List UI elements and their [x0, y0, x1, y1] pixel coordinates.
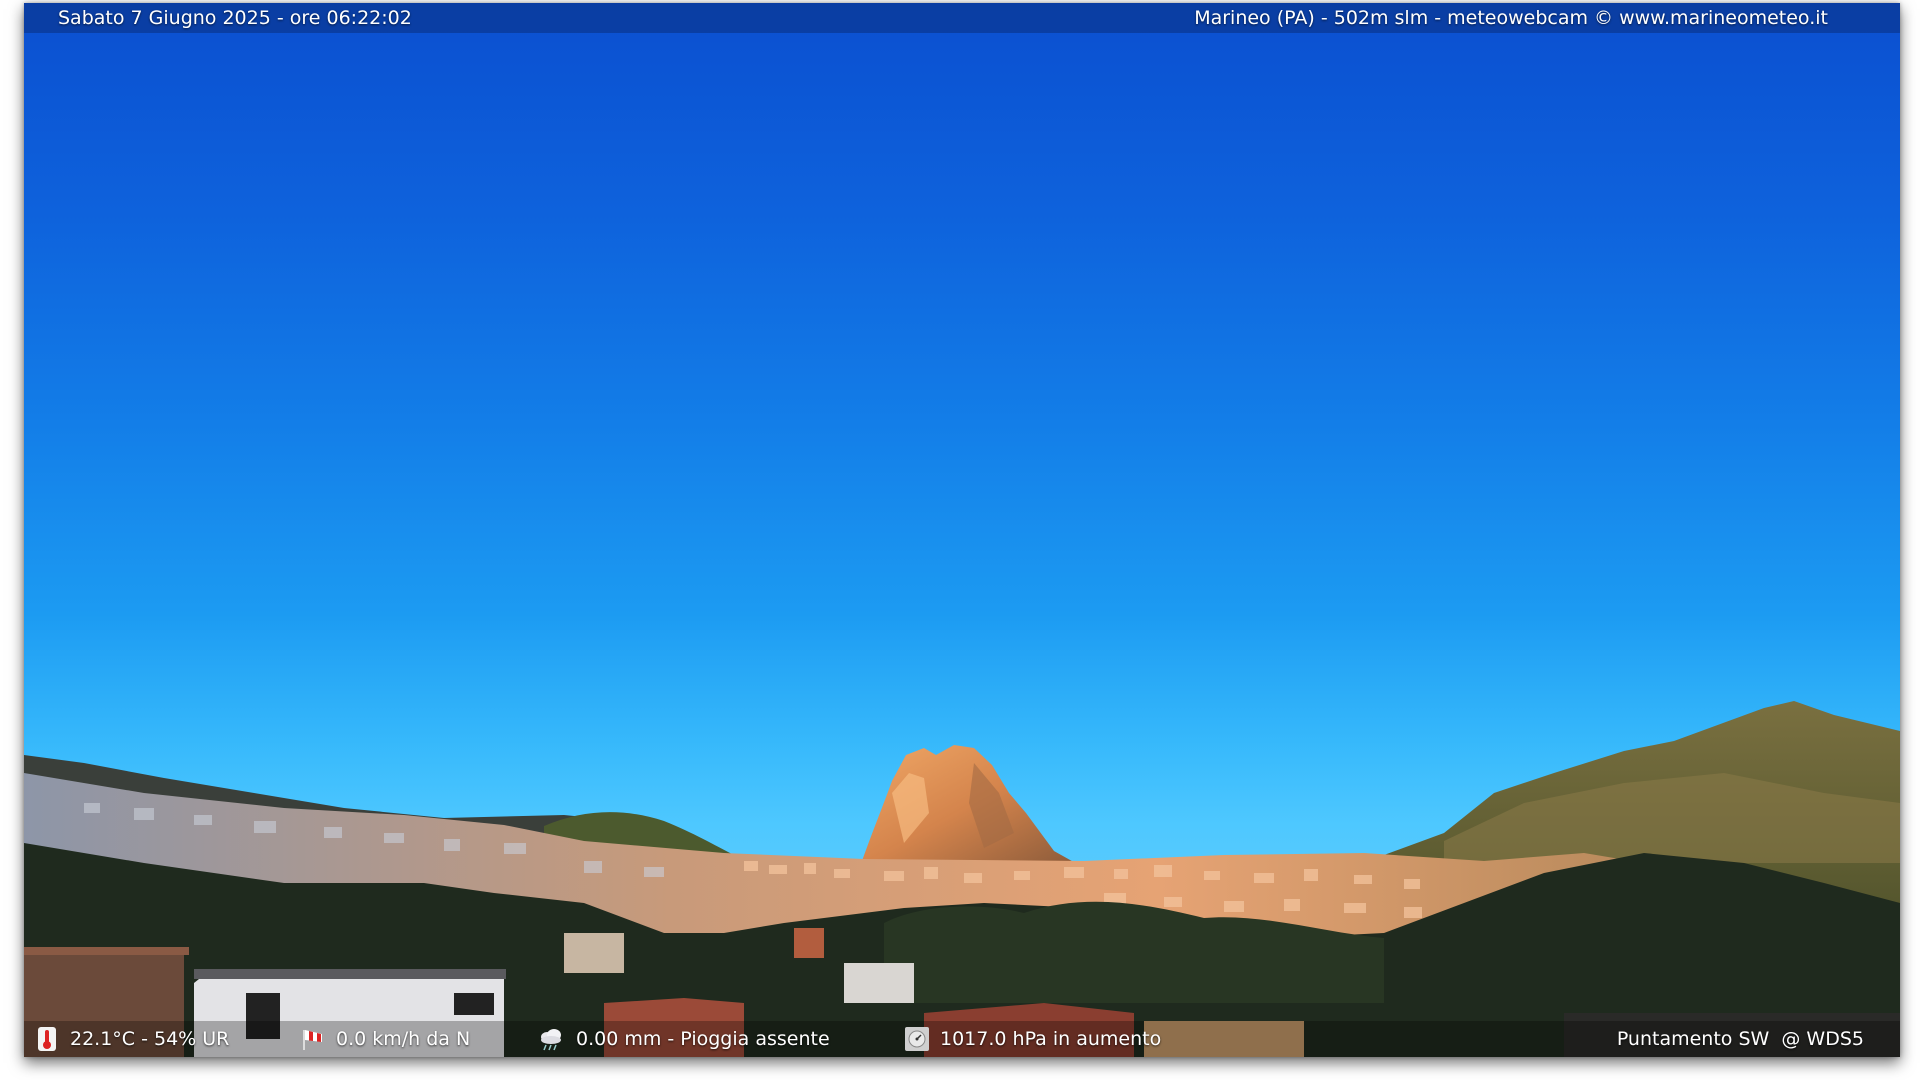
- temperature-humidity-value: 22.1°C - 54% UR: [70, 1028, 230, 1050]
- thermometer-icon: [38, 1027, 56, 1051]
- windsock-icon: [303, 1030, 322, 1050]
- temperature-stat: 22.1°C - 54% UR: [34, 1021, 229, 1057]
- barometer-icon: [905, 1027, 929, 1051]
- rain-cloud-icon: [541, 1029, 561, 1051]
- station-info-label: Marineo (PA) - 502m slm - meteowebcam © …: [1194, 7, 1828, 29]
- webcam-frame: Sabato 7 Giugno 2025 - ore 06:22:02 Mari…: [24, 3, 1900, 1057]
- datetime-label: Sabato 7 Giugno 2025 - ore 06:22:02: [58, 7, 412, 29]
- pressure-value: 1017.0 hPa in aumento: [940, 1028, 1162, 1050]
- wind-value: 0.0 km/h da N: [336, 1028, 471, 1050]
- wind-stat: 0.0 km/h da N: [300, 1021, 470, 1057]
- weather-footer: 22.1°C - 54% UR 0.0 km/h da N 0.00 mm - …: [24, 1021, 1900, 1057]
- rain-stat: 0.00 mm - Pioggia assente: [536, 1021, 830, 1057]
- pressure-stat: 1017.0 hPa in aumento: [904, 1021, 1161, 1057]
- rain-value: 0.00 mm - Pioggia assente: [576, 1028, 830, 1050]
- camera-direction-value: Puntamento SW @ WDS5: [1616, 1028, 1864, 1050]
- info-header: Sabato 7 Giugno 2025 - ore 06:22:02 Mari…: [24, 3, 1900, 33]
- camera-direction-stat: Puntamento SW @ WDS5: [1617, 1021, 1864, 1057]
- webcam-image: [24, 701, 1900, 1057]
